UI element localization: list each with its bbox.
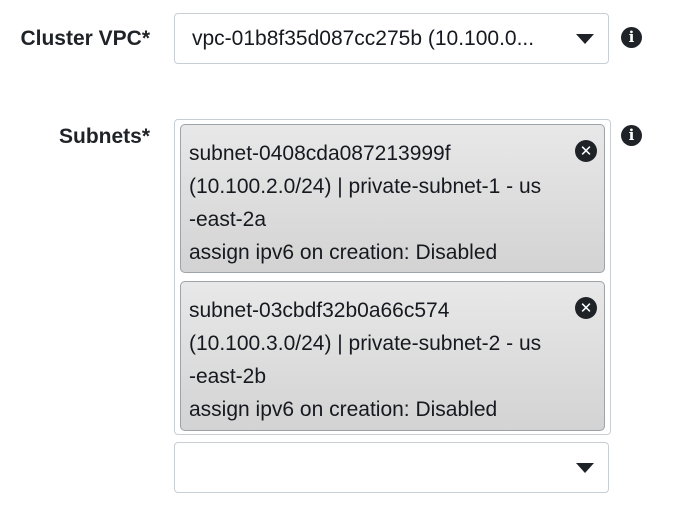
- chevron-down-icon[interactable]: [576, 463, 594, 473]
- cluster-vpc-selected-value: vpc-01b8f35d087cc275b (10.100.0...: [192, 27, 535, 50]
- chevron-down-icon[interactable]: [576, 34, 594, 44]
- subnet-az: -east-2b: [189, 365, 267, 388]
- subnet-token: subnet-0408cda087213999f (10.100.2.0/24)…: [180, 124, 605, 273]
- cluster-vpc-select[interactable]: vpc-01b8f35d087cc275b (10.100.0...: [174, 13, 609, 64]
- subnet-id: subnet-03cbdf32b0a66c574: [189, 299, 450, 322]
- subnet-ipv6: assign ipv6 on creation: Disabled: [189, 241, 498, 264]
- subnets-multiselect: subnet-0408cda087213999f (10.100.2.0/24)…: [174, 119, 611, 435]
- close-icon[interactable]: ✕: [575, 140, 597, 162]
- subnet-token-text: subnet-0408cda087213999f (10.100.2.0/24)…: [189, 137, 569, 269]
- subnet-cidr-name: (10.100.3.0/24) | private-subnet-2 - us: [189, 332, 542, 355]
- subnet-ipv6: assign ipv6 on creation: Disabled: [189, 398, 498, 421]
- subnet-token: subnet-03cbdf32b0a66c574 (10.100.3.0/24)…: [180, 281, 605, 431]
- info-icon[interactable]: i: [621, 125, 642, 146]
- subnet-token-text: subnet-03cbdf32b0a66c574 (10.100.3.0/24)…: [189, 294, 569, 426]
- cluster-vpc-label: Cluster VPC*: [20, 27, 150, 50]
- close-icon[interactable]: ✕: [575, 297, 597, 319]
- subnet-add-select[interactable]: [174, 442, 609, 493]
- subnet-az: -east-2a: [189, 208, 267, 231]
- info-icon[interactable]: i: [621, 27, 642, 48]
- subnet-id: subnet-0408cda087213999f: [189, 142, 451, 165]
- subnets-label: Subnets*: [58, 125, 150, 148]
- subnet-cidr-name: (10.100.2.0/24) | private-subnet-1 - us: [189, 175, 542, 198]
